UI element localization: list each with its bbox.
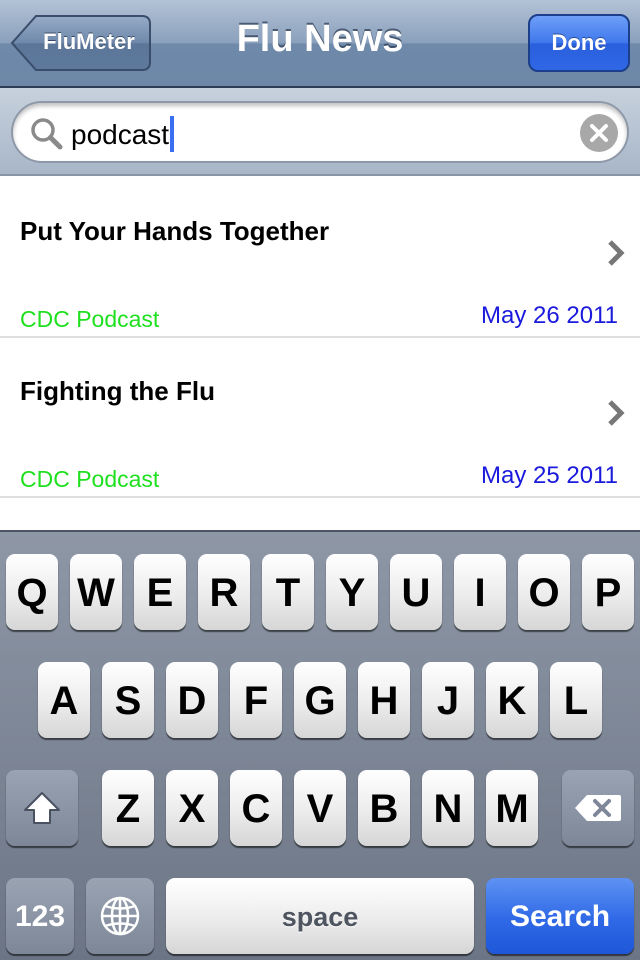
magnifier-icon	[31, 118, 63, 150]
key-t[interactable]: T	[262, 554, 314, 630]
shift-arrow-icon	[24, 792, 60, 824]
news-source: CDC Podcast	[20, 466, 160, 492]
numbers-key[interactable]: 123	[6, 878, 74, 954]
news-source: CDC Podcast	[20, 306, 160, 332]
news-list: Put Your Hands Together CDC Podcast May …	[0, 178, 640, 530]
news-row[interactable]: Fighting the Flu CDC Podcast May 25 2011	[0, 338, 640, 498]
clear-search-button[interactable]	[580, 114, 618, 152]
key-o[interactable]: O	[518, 554, 570, 630]
delete-key[interactable]	[562, 770, 634, 846]
news-title: Fighting the Flu	[20, 376, 215, 406]
key-k[interactable]: K	[486, 662, 538, 738]
key-x[interactable]: X	[166, 770, 218, 846]
news-date: May 25 2011	[481, 462, 618, 489]
key-u[interactable]: U	[390, 554, 442, 630]
key-i[interactable]: I	[454, 554, 506, 630]
chevron-right-icon	[608, 400, 625, 426]
chevron-right-icon	[608, 240, 625, 266]
key-a[interactable]: A	[38, 662, 90, 738]
search-text: podcast	[71, 116, 175, 152]
navigation-bar: FluMeter Flu News Done	[0, 0, 640, 88]
key-v[interactable]: V	[294, 770, 346, 846]
globe-key[interactable]	[86, 878, 154, 954]
key-f[interactable]: F	[230, 662, 282, 738]
key-s[interactable]: S	[102, 662, 154, 738]
key-p[interactable]: P	[582, 554, 634, 630]
space-key[interactable]: space	[166, 878, 474, 954]
key-c[interactable]: C	[230, 770, 282, 846]
news-row[interactable]: Put Your Hands Together CDC Podcast May …	[0, 178, 640, 338]
done-button[interactable]: Done	[528, 14, 630, 72]
search-value: podcast	[71, 119, 170, 150]
key-h[interactable]: H	[358, 662, 410, 738]
news-date: May 26 2011	[481, 302, 618, 329]
key-z[interactable]: Z	[102, 770, 154, 846]
key-y[interactable]: Y	[326, 554, 378, 630]
key-m[interactable]: M	[486, 770, 538, 846]
clear-x-icon	[590, 124, 608, 142]
backspace-icon	[575, 795, 621, 821]
key-r[interactable]: R	[198, 554, 250, 630]
key-j[interactable]: J	[422, 662, 474, 738]
globe-icon	[100, 896, 140, 936]
keyboard: Q W E R T Y U I O P A S D F G H J K L Z …	[0, 530, 640, 960]
shift-key[interactable]	[6, 770, 78, 846]
key-d[interactable]: D	[166, 662, 218, 738]
search-bar: podcast	[0, 88, 640, 176]
key-g[interactable]: G	[294, 662, 346, 738]
search-key[interactable]: Search	[486, 878, 634, 954]
news-title: Put Your Hands Together	[20, 216, 330, 246]
key-b[interactable]: B	[358, 770, 410, 846]
key-q[interactable]: Q	[6, 554, 58, 630]
text-caret	[170, 116, 175, 152]
key-w[interactable]: W	[70, 554, 122, 630]
key-e[interactable]: E	[134, 554, 186, 630]
search-input[interactable]: podcast	[11, 101, 629, 163]
key-n[interactable]: N	[422, 770, 474, 846]
key-l[interactable]: L	[550, 662, 602, 738]
